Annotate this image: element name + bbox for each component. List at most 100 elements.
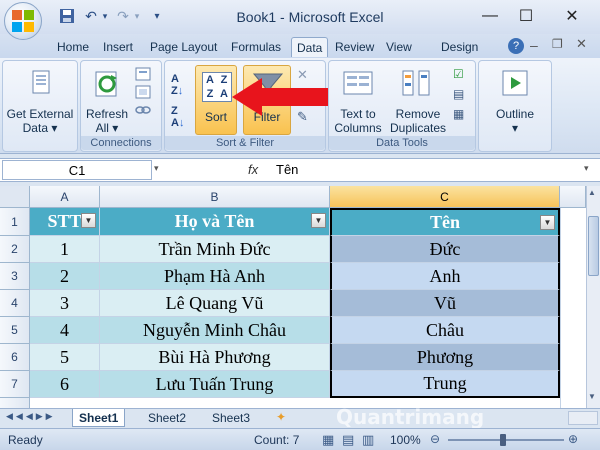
tab-review[interactable]: Review: [330, 37, 379, 57]
zoom-slider-track[interactable]: [448, 439, 564, 441]
select-all-corner[interactable]: [0, 186, 30, 208]
data-tools-group-label: Data Tools: [329, 136, 475, 150]
vertical-scrollbar[interactable]: ▲ ▼: [586, 186, 600, 408]
help-icon[interactable]: ?: [508, 38, 524, 54]
table-cell[interactable]: Lê Quang Vũ: [100, 290, 330, 317]
tab-data[interactable]: Data: [291, 37, 329, 57]
column-header-b[interactable]: B: [100, 186, 330, 208]
ribbon: Get External Data ▾ Refresh All ▾ Connec…: [0, 58, 600, 154]
table-cell[interactable]: Trung: [330, 371, 560, 398]
consolidate-icon[interactable]: ▤: [453, 87, 464, 101]
table-cell[interactable]: Phạm Hà Anh: [100, 263, 330, 290]
column-header-a[interactable]: A: [30, 186, 100, 208]
zoom-level[interactable]: 100%: [390, 433, 421, 447]
customize-icon[interactable]: ▾: [148, 7, 166, 25]
column-header-d[interactable]: [560, 186, 586, 208]
remove-duplicates-button[interactable]: Remove Duplicates: [387, 107, 449, 135]
row-header[interactable]: 7: [0, 371, 30, 398]
table-cell[interactable]: 6: [30, 371, 100, 398]
close-workbook-icon[interactable]: ✕: [576, 36, 587, 52]
table-cell[interactable]: Đức: [330, 236, 560, 263]
minimize-workbook-icon[interactable]: –: [530, 37, 538, 53]
table-header-cell[interactable]: Tên ▼: [330, 208, 560, 236]
worksheet-grid[interactable]: A B C 1 2 3 4 5 6 7 STT ▼ Họ và Tên ▼ Tên ▼…: [0, 186, 586, 408]
text-to-columns-button[interactable]: Text to Columns: [331, 107, 385, 135]
edit-links-icon[interactable]: [135, 103, 151, 120]
horizontal-scrollbar[interactable]: [568, 411, 598, 425]
filter-dropdown-icon[interactable]: ▼: [540, 215, 555, 230]
sort-z-to-a-icon[interactable]: Z A↓: [171, 105, 184, 129]
sheet-tab-sheet2[interactable]: Sheet2: [142, 409, 192, 427]
table-cell[interactable]: Anh: [330, 263, 560, 290]
scroll-down-icon[interactable]: ▼: [588, 392, 596, 401]
scroll-thumb[interactable]: [588, 216, 599, 276]
row-header[interactable]: 1: [0, 208, 30, 236]
data-validation-icon[interactable]: ☑: [453, 67, 464, 81]
tab-design[interactable]: Design: [436, 37, 483, 57]
table-cell[interactable]: Châu: [330, 317, 560, 344]
table-cell[interactable]: Phương: [330, 344, 560, 371]
insert-sheet-icon[interactable]: ✦: [276, 410, 286, 424]
expand-formula-icon[interactable]: ▾: [584, 163, 589, 174]
name-box-dropdown-icon[interactable]: ▾: [154, 163, 159, 174]
table-cell[interactable]: Lưu Tuấn Trung: [100, 371, 330, 398]
tab-view[interactable]: View: [381, 37, 417, 57]
table-cell[interactable]: 3: [30, 290, 100, 317]
properties-icon[interactable]: [135, 85, 151, 102]
table-cell[interactable]: Bùi Hà Phương: [100, 344, 330, 371]
row-header[interactable]: [0, 398, 30, 408]
row-header[interactable]: 2: [0, 236, 30, 263]
get-external-data-button[interactable]: Get External Data ▾: [3, 107, 77, 135]
row-header[interactable]: 4: [0, 290, 30, 317]
formula-input[interactable]: Tên: [276, 162, 298, 177]
page-layout-view-icon[interactable]: ▤: [342, 432, 354, 448]
normal-view-icon[interactable]: ▦: [322, 432, 334, 448]
tab-formulas[interactable]: Formulas: [226, 37, 286, 57]
tab-home[interactable]: Home: [52, 37, 94, 57]
filter-dropdown-icon[interactable]: ▼: [311, 213, 326, 228]
minimize-icon[interactable]: —: [470, 4, 510, 28]
restore-workbook-icon[interactable]: ❐: [552, 37, 563, 51]
office-button[interactable]: [4, 2, 42, 40]
tab-page-layout[interactable]: Page Layout: [145, 37, 222, 57]
connections-icon[interactable]: [135, 67, 151, 84]
table-cell[interactable]: Trần Minh Đức: [100, 236, 330, 263]
column-header-c[interactable]: C: [330, 186, 560, 208]
table-header-cell[interactable]: STT ▼: [30, 208, 100, 236]
table-cell[interactable]: 4: [30, 317, 100, 344]
outline-line2: ▾: [511, 121, 519, 135]
name-box[interactable]: C1: [2, 160, 152, 180]
table-cell[interactable]: 5: [30, 344, 100, 371]
row-header[interactable]: 5: [0, 317, 30, 344]
sort-a-to-z-icon[interactable]: A Z↓: [171, 73, 183, 97]
status-bar: Ready Count: 7 ▦ ▤ ▥ 100% ⊖ ⊕: [0, 428, 600, 450]
save-icon[interactable]: [58, 7, 76, 25]
row-header[interactable]: 3: [0, 263, 30, 290]
close-icon[interactable]: ✕: [552, 4, 592, 28]
table-cell[interactable]: Nguyễn Minh Châu: [100, 317, 330, 344]
filter-dropdown-icon[interactable]: ▼: [81, 213, 96, 228]
page-break-view-icon[interactable]: ▥: [362, 432, 374, 448]
chevron-down-icon[interactable]: ▾: [128, 7, 146, 25]
empty-column-d[interactable]: [560, 208, 586, 408]
table-cell[interactable]: 2: [30, 263, 100, 290]
scroll-up-icon[interactable]: ▲: [588, 188, 596, 197]
sheet-tab-sheet3[interactable]: Sheet3: [206, 409, 256, 427]
table-cell[interactable]: Vũ: [330, 290, 560, 317]
zoom-in-icon[interactable]: ⊕: [568, 432, 578, 446]
fx-icon[interactable]: fx: [248, 162, 258, 177]
refresh-all-button[interactable]: Refresh All ▾: [81, 107, 133, 135]
sort-button[interactable]: AZZA Sort: [195, 65, 237, 135]
table-cell[interactable]: 1: [30, 236, 100, 263]
zoom-out-icon[interactable]: ⊖: [430, 432, 440, 446]
sheet-tab-sheet1[interactable]: Sheet1: [72, 409, 126, 427]
maximize-icon[interactable]: ☐: [506, 4, 546, 28]
what-if-icon[interactable]: ▦: [453, 107, 464, 121]
table-header-cell[interactable]: Họ và Tên ▼: [100, 208, 330, 236]
sheet-nav-icon[interactable]: ◀◀◀▶▶: [6, 411, 56, 422]
tab-insert[interactable]: Insert: [98, 37, 138, 57]
chevron-down-icon[interactable]: ▾: [96, 7, 114, 25]
row-header[interactable]: 6: [0, 344, 30, 371]
outline-button[interactable]: Outline ▾: [479, 107, 551, 135]
zoom-slider-thumb[interactable]: [500, 434, 506, 446]
